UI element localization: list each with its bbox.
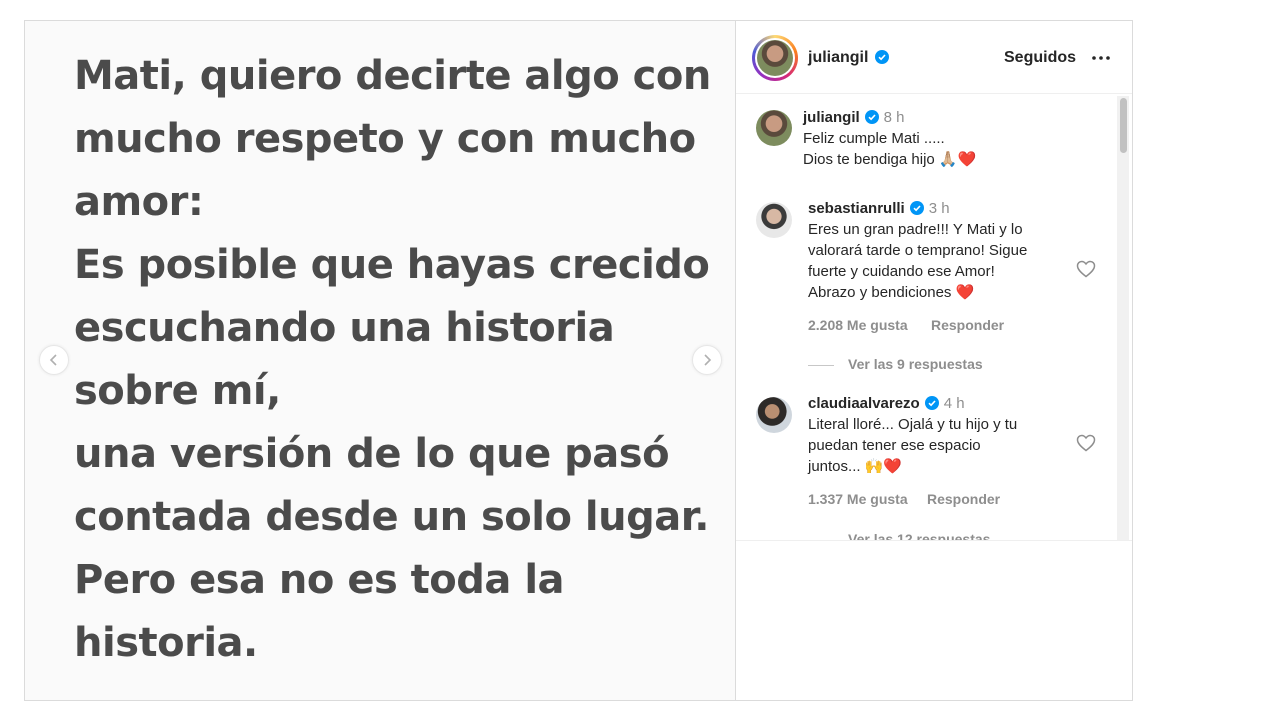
view-replies-label: Ver las 12 respuestas <box>848 531 991 540</box>
scrollbar-thumb[interactable] <box>1120 98 1127 153</box>
comment-text: Eres un gran padre!!! Y Mati y lo <box>808 221 1023 238</box>
comment-text: Abrazo y bendiciones ❤️ <box>808 284 975 301</box>
heart-outline-icon[interactable] <box>1076 434 1096 452</box>
avatar[interactable] <box>756 110 792 146</box>
comments-scrollbar[interactable] <box>1117 96 1129 540</box>
comment-username[interactable]: claudiaalvarezo <box>808 395 920 412</box>
comment-text: Literal lloré... Ojalá y tu hijo y tu <box>808 416 1018 433</box>
reply-button[interactable]: Responder <box>931 317 1004 333</box>
panel-footer <box>736 540 1132 700</box>
post-text-line: sobre mí, <box>74 368 281 414</box>
post-text-line: amor: <box>74 179 204 225</box>
comment-time[interactable]: 4 h <box>944 395 965 412</box>
comments-list[interactable]: juliangil 8 h Feliz cumple Mati ..... Dio… <box>736 94 1132 540</box>
post-text-line: una versión de lo que pasó <box>74 431 670 477</box>
post-header: juliangil Seguidos <box>736 21 1132 94</box>
view-replies-button[interactable]: Ver las 12 respuestas <box>808 531 990 540</box>
reply-button[interactable]: Responder <box>927 491 1000 507</box>
header-username[interactable]: juliangil <box>808 49 868 67</box>
comment-time[interactable]: 8 h <box>884 109 905 126</box>
avatar[interactable] <box>752 35 798 81</box>
comment-username[interactable]: juliangil <box>803 109 860 126</box>
like-count[interactable]: 1.337 Me gusta <box>808 491 908 507</box>
verified-badge-icon <box>864 110 879 124</box>
post-text: Mati, quiero decirte algo con mucho resp… <box>74 45 714 675</box>
view-replies-button[interactable]: Ver las 9 respuestas <box>808 356 983 372</box>
post-text-line: historia. <box>74 620 258 666</box>
like-count[interactable]: 2.208 Me gusta <box>808 317 908 333</box>
caption-text: Dios te bendiga hijo 🙏🏼❤️ <box>803 151 977 168</box>
verified-badge-icon <box>924 396 939 410</box>
carousel-prev-button[interactable] <box>39 345 69 375</box>
heart-outline-icon[interactable] <box>1076 260 1096 278</box>
chevron-left-icon <box>49 354 57 366</box>
avatar[interactable] <box>756 397 792 433</box>
comment-text: fuerte y cuidando ese Amor! <box>808 263 995 280</box>
post-text-line: escuchando una historia <box>74 305 615 351</box>
instagram-post-frame: Mati, quiero decirte algo con mucho resp… <box>24 20 1133 701</box>
caption-text: Feliz cumple Mati ..... <box>803 130 945 147</box>
avatar[interactable] <box>756 202 792 238</box>
comment-username[interactable]: sebastianrulli <box>808 200 905 217</box>
following-button[interactable]: Seguidos <box>1004 49 1076 67</box>
comment-text: juntos... 🙌❤️ <box>808 458 903 475</box>
post-image: Mati, quiero decirte algo con mucho resp… <box>25 21 736 700</box>
carousel-next-button[interactable] <box>692 345 722 375</box>
post-text-line: Es posible que hayas crecido <box>74 242 710 288</box>
verified-badge-icon <box>909 201 924 215</box>
verified-badge-icon <box>875 50 889 64</box>
chevron-right-icon <box>704 354 712 366</box>
post-text-line: Mati, quiero decirte algo con <box>74 53 711 99</box>
comment-text: puedan tener ese espacio <box>808 437 981 454</box>
comment-time[interactable]: 3 h <box>929 200 950 217</box>
replies-divider <box>808 364 834 366</box>
post-text-line: mucho respeto y con mucho <box>74 116 696 162</box>
view-replies-label: Ver las 9 respuestas <box>848 356 983 372</box>
post-text-line: Pero esa no es toda la <box>74 557 565 603</box>
comment-text: valorará tarde o temprano! Sigue <box>808 242 1028 259</box>
more-options-icon[interactable] <box>1090 48 1112 68</box>
comments-panel: juliangil Seguidos juliangil 8 h Feliz cu… <box>736 21 1132 700</box>
post-text-line: contada desde un solo lugar. <box>74 494 709 540</box>
